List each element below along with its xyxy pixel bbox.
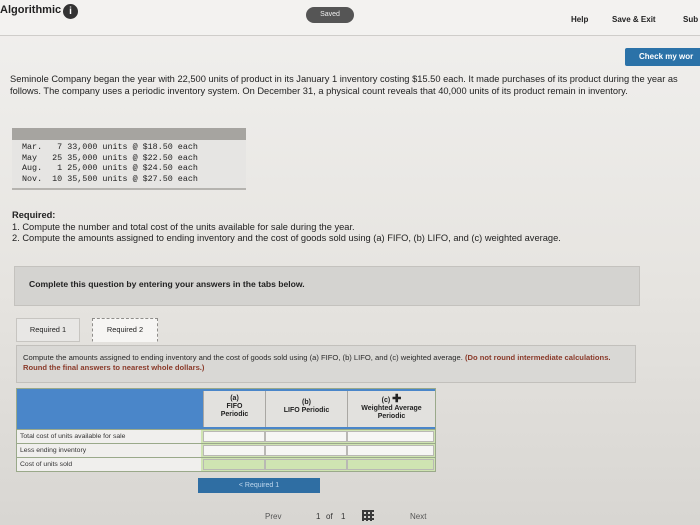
answer-table: (a) FIFO Periodic (b) LIFO Periodic (c) … — [16, 388, 436, 472]
assignment-page: Algorithmic i Saved Help Save & Exit Sub… — [0, 0, 700, 525]
column-header-lifo: (b) LIFO Periodic — [265, 391, 347, 427]
lifo-total-cost-input[interactable] — [265, 431, 347, 442]
column-header-line: Periodic — [377, 413, 406, 420]
answer-table-header: (a) FIFO Periodic (b) LIFO Periodic (c) … — [17, 389, 435, 429]
problem-intro: Seminole Company began the year with 22,… — [10, 74, 678, 96]
required-item-2: 2. Compute the amounts assigned to endin… — [12, 233, 561, 243]
brand-title: Algorithmic — [0, 4, 62, 16]
tab-instructions-text: Compute the amounts assigned to ending i… — [23, 353, 463, 362]
purchase-row: Nov. 10 35,500 units @ $27.50 each — [22, 173, 198, 184]
required-section: Required: 1. Compute the number and tota… — [12, 210, 700, 245]
purchases-table: Mar. 7 33,000 units @ $18.50 each May 25… — [12, 128, 246, 190]
weighted-cost-sold-cell[interactable] — [347, 459, 434, 470]
purchase-row: May 25 35,000 units @ $22.50 each — [22, 152, 198, 163]
column-header-line: Weighted Average — [361, 405, 422, 412]
row-label: Less ending inventory — [17, 444, 201, 457]
table-row: Cost of units sold — [17, 457, 435, 471]
grid-icon[interactable] — [362, 510, 374, 521]
check-my-work-button[interactable]: Check my wor — [625, 48, 700, 66]
page-total: 1 — [341, 512, 346, 521]
column-header-weighted-average: (c) ✚ Weighted Average Periodic — [347, 391, 435, 427]
fifo-ending-inventory-input[interactable] — [203, 445, 265, 456]
row-label: Total cost of units available for sale — [17, 430, 201, 443]
next-link[interactable]: Next — [410, 512, 426, 521]
page-of: of — [326, 512, 333, 521]
weighted-total-cost-input[interactable] — [347, 431, 434, 442]
previous-required-button[interactable]: < Required 1 — [198, 478, 320, 493]
instructions-banner: Complete this question by entering your … — [14, 266, 640, 306]
required-item-1: 1. Compute the number and total cost of … — [12, 221, 355, 232]
required-heading: Required: — [12, 210, 56, 220]
lifo-ending-inventory-input[interactable] — [265, 445, 347, 456]
info-icon[interactable]: i — [63, 4, 78, 19]
table-row: Less ending inventory — [17, 443, 435, 457]
top-bar: Algorithmic i Saved Help Save & Exit Sub — [0, 0, 700, 36]
plus-icon: ✚ — [392, 393, 402, 405]
weighted-ending-inventory-input[interactable] — [347, 445, 434, 456]
column-header-line: FIFO — [226, 403, 243, 410]
tab-required-2[interactable]: Required 2 — [92, 318, 158, 342]
column-header-letter: (c) — [381, 397, 391, 404]
saved-status-badge: Saved — [306, 7, 354, 23]
column-header-fifo: (a) FIFO Periodic — [203, 391, 265, 427]
purchase-row: Mar. 7 33,000 units @ $18.50 each — [22, 142, 198, 152]
fifo-cost-sold-cell[interactable] — [203, 459, 265, 470]
lifo-cost-sold-cell[interactable] — [265, 459, 347, 470]
submit-link[interactable]: Sub — [683, 15, 698, 24]
column-header-line: Periodic — [220, 411, 249, 418]
tab-instructions: Compute the amounts assigned to ending i… — [16, 345, 636, 383]
page-current: 1 — [316, 512, 321, 521]
column-header-line: (c) ✚ — [348, 393, 435, 405]
tab-required-1[interactable]: Required 1 — [16, 318, 80, 342]
table-row: Total cost of units available for sale — [17, 429, 435, 443]
instructions-banner-text: Complete this question by entering your … — [29, 279, 305, 289]
save-exit-link[interactable]: Save & Exit — [612, 15, 656, 24]
column-header-line: (b) — [302, 399, 311, 406]
prev-link[interactable]: Prev — [265, 512, 281, 521]
column-header-line: (a) — [230, 395, 239, 402]
purchase-row: Aug. 1 25,000 units @ $24.50 each — [22, 163, 198, 173]
column-header-line: LIFO Periodic — [283, 407, 330, 414]
help-link[interactable]: Help — [571, 15, 588, 24]
fifo-total-cost-input[interactable] — [203, 431, 265, 442]
row-label: Cost of units sold — [17, 458, 201, 471]
